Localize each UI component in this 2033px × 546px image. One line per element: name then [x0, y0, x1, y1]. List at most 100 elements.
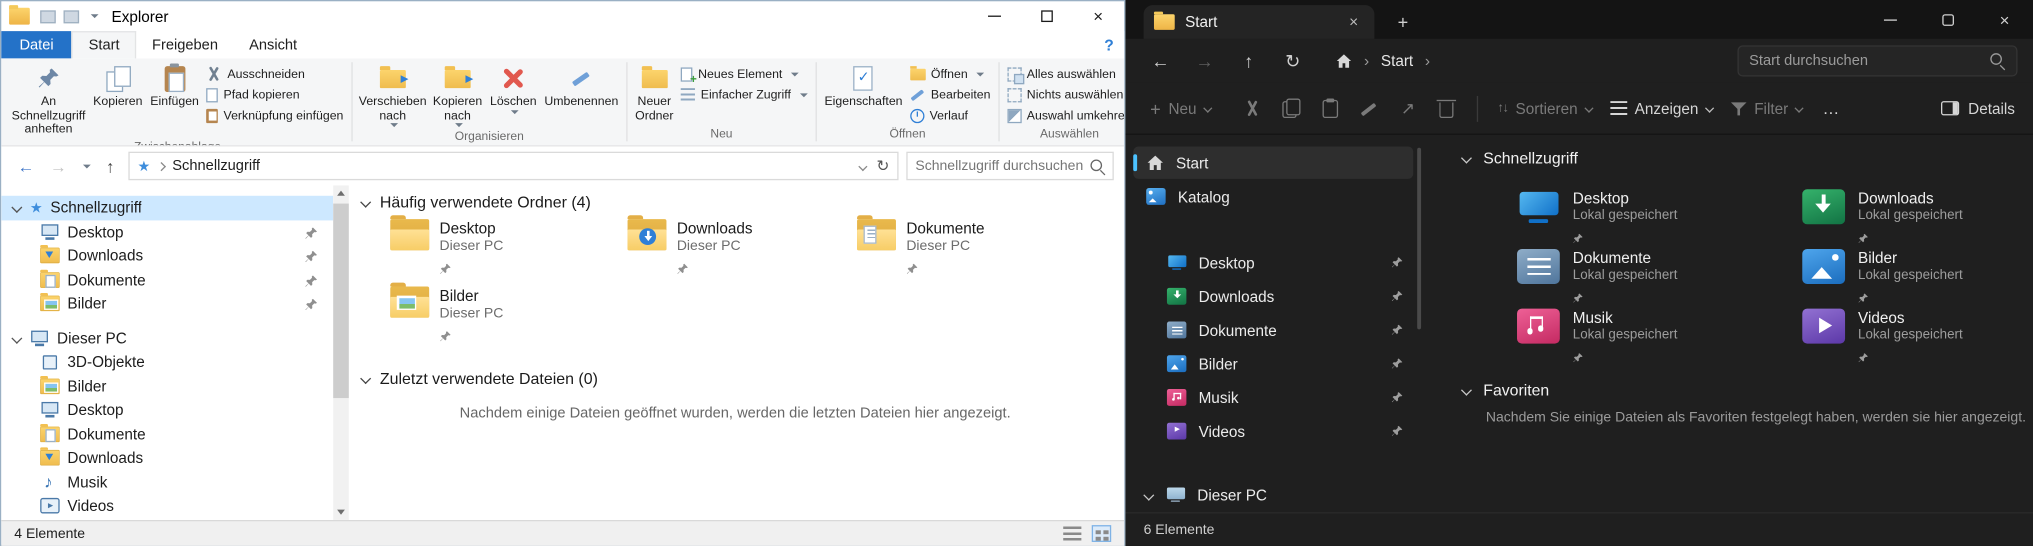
- sidebar-item[interactable]: Musik: [1133, 381, 1413, 413]
- scrollbar-thumb[interactable]: [333, 204, 349, 398]
- copy-to-button[interactable]: Kopieren nach: [429, 62, 486, 128]
- move-to-button[interactable]: Verschieben nach: [356, 62, 429, 128]
- pinned-icon[interactable]: [305, 298, 318, 311]
- forward-button[interactable]: →: [1182, 43, 1226, 79]
- recent-locations-dropdown[interactable]: [76, 152, 92, 181]
- pinned-icon[interactable]: [305, 250, 318, 263]
- share-button[interactable]: ↗: [1388, 89, 1427, 128]
- sidebar-item[interactable]: Videos: [1133, 415, 1413, 447]
- close-button[interactable]: ×: [1072, 1, 1124, 31]
- section-header-frequent[interactable]: Häufig verwendete Ordner (4): [362, 193, 591, 211]
- breadcrumb-item-start[interactable]: Start: [1381, 52, 1413, 70]
- sidebar-item[interactable]: Downloads: [1, 446, 333, 470]
- sidebar-item[interactable]: Downloads: [1133, 280, 1413, 312]
- sidebar-item-dieser-pc[interactable]: Dieser PC: [1, 326, 333, 350]
- sidebar-item[interactable]: Musik: [1, 470, 333, 494]
- scroll-down-icon[interactable]: [337, 510, 345, 515]
- maximize-button[interactable]: [1919, 0, 1976, 39]
- filter-button[interactable]: Filter: [1722, 89, 1812, 128]
- refresh-button[interactable]: ↻: [1271, 43, 1315, 79]
- collapse-chevron-icon[interactable]: [360, 373, 371, 384]
- cut-button[interactable]: [1233, 89, 1272, 128]
- easy-access-button[interactable]: Einfacher Zugriff: [677, 84, 811, 105]
- paste-shortcut-button[interactable]: Verknüpfung einfügen: [203, 105, 348, 126]
- copy-button[interactable]: Kopieren: [89, 62, 146, 138]
- search-input[interactable]: [915, 158, 1090, 174]
- qat-dropdown-icon[interactable]: [91, 14, 99, 18]
- quick-access-item[interactable]: Videos Lokal gespeichert: [1802, 309, 2033, 370]
- sidebar-item[interactable]: Videos: [1, 494, 333, 518]
- sidebar-item[interactable]: 3D-Objekte: [1, 350, 333, 374]
- address-dropdown-icon[interactable]: [858, 161, 867, 170]
- section-header-quick-access[interactable]: Schnellzugriff: [1463, 149, 1578, 167]
- pinned-icon[interactable]: [1391, 425, 1403, 437]
- sidebar-item[interactable]: Dokumente: [1, 422, 333, 446]
- minimize-button[interactable]: [969, 1, 1021, 31]
- search-box[interactable]: [906, 152, 1113, 181]
- collapse-chevron-icon[interactable]: [1461, 385, 1472, 396]
- tab-close-button[interactable]: ×: [1343, 13, 1364, 31]
- pinned-icon[interactable]: [1391, 391, 1403, 403]
- folder-tile[interactable]: Downloads Dieser PC: [628, 219, 861, 281]
- sidebar-item[interactable]: Desktop: [1, 398, 333, 422]
- sort-button[interactable]: ↑↓ Sortieren: [1488, 89, 1601, 128]
- tab-start[interactable]: Start: [72, 31, 137, 58]
- select-none-button[interactable]: Nichts auswählen: [1003, 84, 1124, 105]
- sidebar-item[interactable]: Desktop: [1133, 246, 1413, 278]
- section-header-favorites[interactable]: Favoriten: [1463, 381, 1550, 399]
- sidebar-scrollbar[interactable]: [1417, 148, 1421, 330]
- expand-chevron-icon[interactable]: [11, 202, 22, 213]
- details-view-button[interactable]: [1063, 526, 1081, 540]
- titlebar[interactable]: Explorer ×: [1, 1, 1124, 31]
- forward-button[interactable]: →: [44, 152, 73, 181]
- sidebar-item[interactable]: Bilder: [1133, 347, 1413, 379]
- sidebar-item-dieser-pc[interactable]: Dieser PC: [1133, 478, 1413, 510]
- select-all-button[interactable]: Alles auswählen: [1003, 64, 1124, 85]
- up-button[interactable]: ↑: [1227, 43, 1271, 79]
- quick-access-item[interactable]: Bilder Lokal gespeichert: [1802, 249, 2033, 310]
- sidebar-item[interactable]: Downloads: [1, 244, 333, 268]
- properties-button[interactable]: Eigenschaften: [821, 62, 907, 126]
- help-button[interactable]: ?: [1104, 31, 1114, 58]
- paste-button[interactable]: Einfügen: [146, 62, 202, 138]
- address-field[interactable]: ★ Schnellzugriff ↻: [128, 152, 898, 181]
- home-icon[interactable]: [1335, 53, 1352, 70]
- new-item-button[interactable]: Neues Element: [677, 64, 811, 85]
- folder-tile[interactable]: Bilder Dieser PC: [390, 287, 623, 349]
- paste-button[interactable]: [1311, 89, 1350, 128]
- pinned-icon[interactable]: [1391, 290, 1403, 302]
- pinned-icon[interactable]: [1391, 357, 1403, 369]
- chevron-right-icon[interactable]: [157, 161, 166, 170]
- delete-button[interactable]: [1427, 89, 1466, 128]
- delete-button[interactable]: Löschen: [486, 62, 540, 128]
- copy-button[interactable]: [1272, 89, 1311, 128]
- new-tab-button[interactable]: +: [1387, 6, 1418, 37]
- sidebar-item[interactable]: Bilder: [1, 374, 333, 398]
- history-button[interactable]: Verlauf: [906, 105, 994, 126]
- titlebar[interactable]: Start × + ×: [1125, 0, 2033, 39]
- minimize-button[interactable]: [1862, 0, 1919, 39]
- back-button[interactable]: ←: [12, 152, 41, 181]
- up-button[interactable]: ↑: [96, 152, 125, 181]
- more-options-button[interactable]: …: [1812, 89, 1851, 128]
- scroll-up-icon[interactable]: [337, 191, 345, 196]
- sidebar-item-katalog[interactable]: Katalog: [1133, 180, 1413, 212]
- details-pane-button[interactable]: Details: [1941, 99, 2015, 117]
- expand-chevron-icon[interactable]: [11, 333, 22, 344]
- view-button[interactable]: Anzeigen: [1601, 89, 1722, 128]
- sidebar-item[interactable]: Desktop: [1, 220, 333, 244]
- quick-access-item[interactable]: Desktop Lokal gespeichert: [1517, 189, 1789, 250]
- sidebar-scrollbar[interactable]: [333, 185, 349, 520]
- quick-access-item[interactable]: Dokumente Lokal gespeichert: [1517, 249, 1789, 310]
- maximize-button[interactable]: [1020, 1, 1072, 31]
- open-button[interactable]: Öffnen: [906, 64, 994, 85]
- expand-chevron-icon[interactable]: [1143, 489, 1154, 500]
- new-folder-button[interactable]: Neuer Ordner: [631, 62, 677, 126]
- sidebar-item[interactable]: Bilder: [1, 292, 333, 316]
- pinned-icon[interactable]: [1391, 256, 1403, 268]
- cut-button[interactable]: Ausschneiden: [203, 64, 348, 85]
- search-box[interactable]: [1737, 45, 2017, 76]
- edit-button[interactable]: Bearbeiten: [906, 84, 994, 105]
- collapse-chevron-icon[interactable]: [360, 197, 371, 208]
- sidebar-item[interactable]: Dokumente: [1, 268, 333, 292]
